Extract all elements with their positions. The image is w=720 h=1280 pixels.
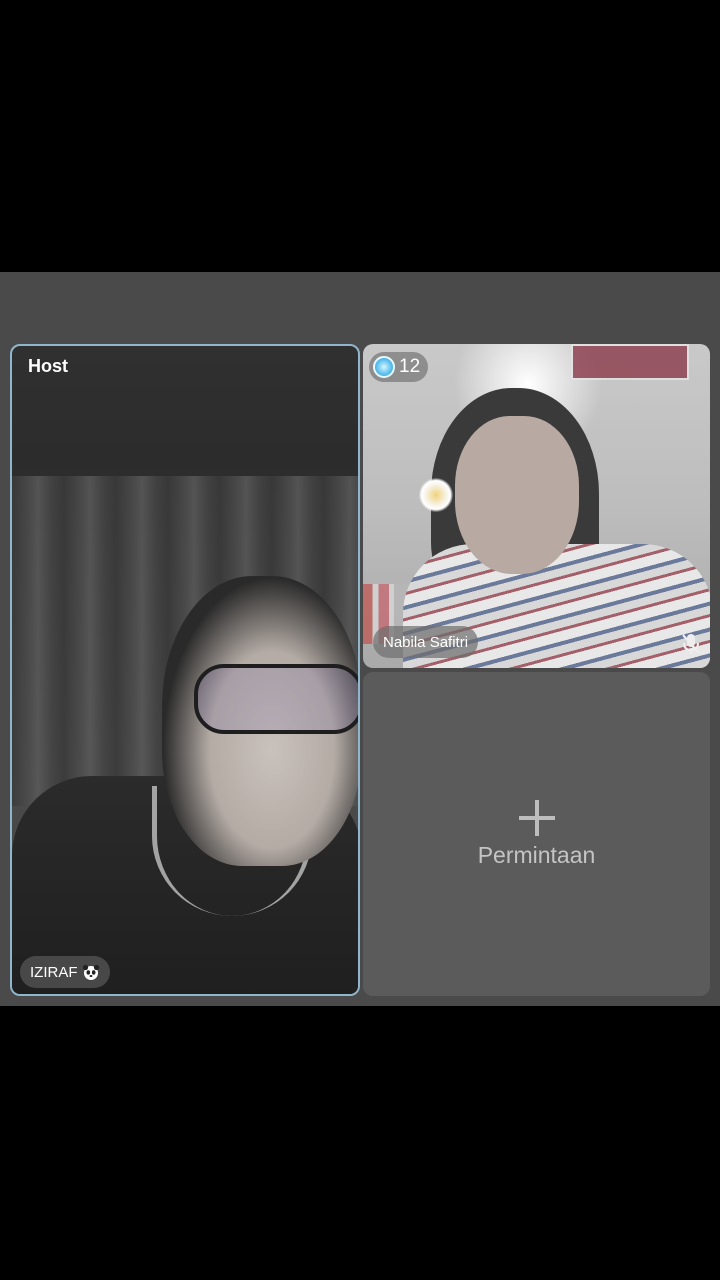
host-name-badge[interactable]: IZIRAF: [20, 956, 110, 988]
request-join-button[interactable]: Permintaan: [363, 672, 710, 996]
panda-icon: [82, 963, 100, 981]
request-label: Permintaan: [477, 841, 596, 868]
guest-video-face: [455, 416, 579, 574]
viewer-count: 12: [399, 356, 421, 377]
host-label: Host: [28, 356, 68, 376]
mic-muted-icon: [680, 632, 702, 656]
flower-sticker: [419, 478, 453, 512]
host-name: IZIRAF: [30, 963, 78, 981]
plus-icon: [518, 799, 555, 836]
guest-name: Nabila Safitri: [383, 633, 469, 651]
guest-video-tile[interactable]: 12 Nabila Safitri: [363, 344, 710, 668]
host-video-glasses: [194, 664, 358, 734]
multi-guest-stage: Host IZIRAF 12 Nabila Safitri Permintaan: [0, 272, 720, 1006]
letterbox-bottom: [0, 1006, 720, 1280]
guest-name-badge[interactable]: Nabila Safitri: [373, 626, 479, 658]
viewer-count-badge[interactable]: 12: [369, 352, 429, 382]
gem-icon: [373, 356, 395, 378]
letterbox-top: [0, 0, 720, 272]
host-video-tile[interactable]: Host IZIRAF: [10, 344, 360, 996]
guest-background-poster: [571, 344, 689, 380]
